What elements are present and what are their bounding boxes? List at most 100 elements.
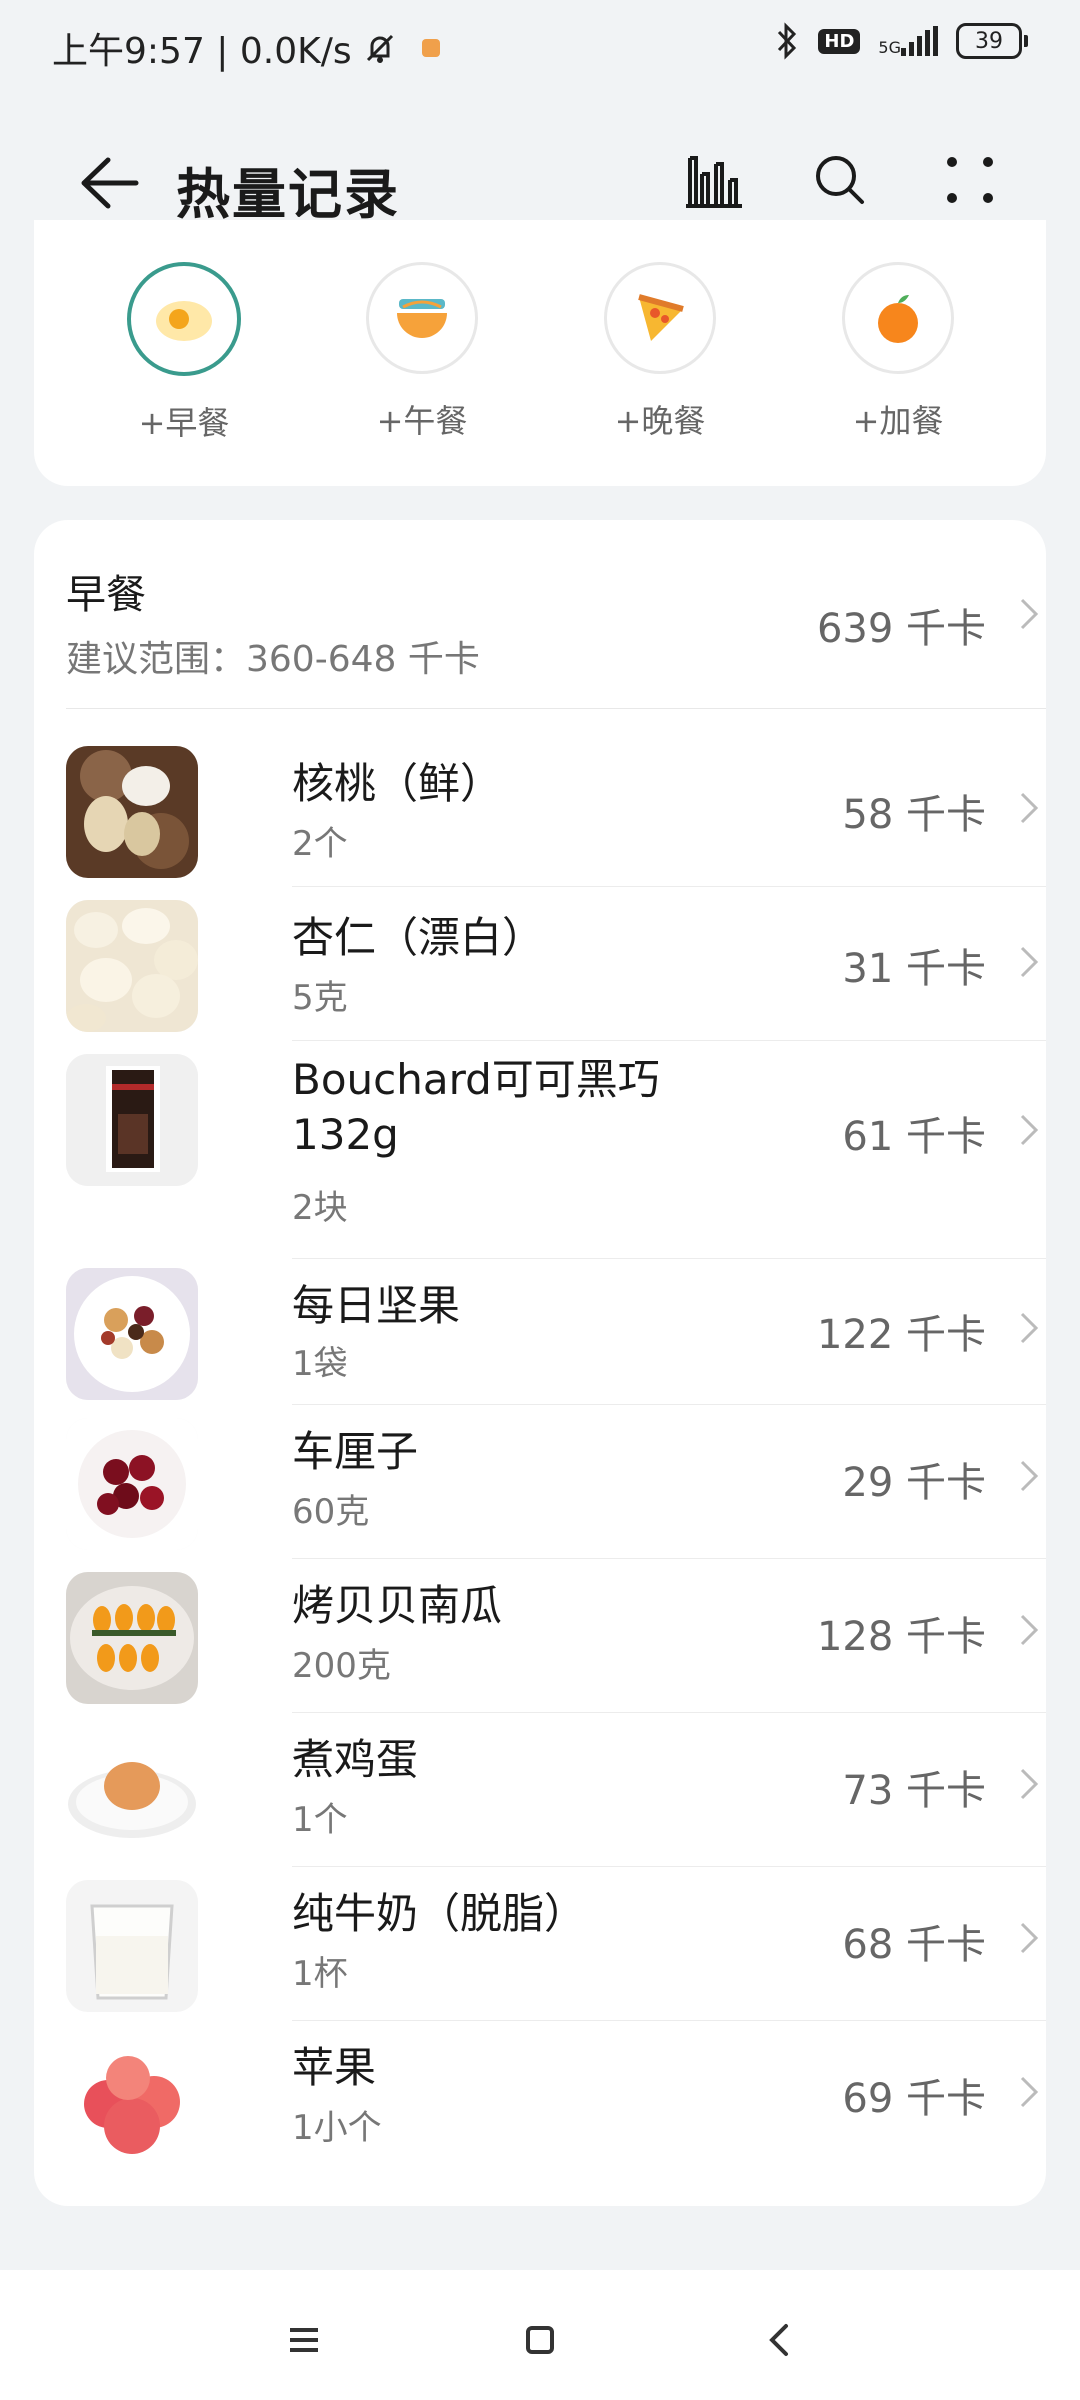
food-kcal: 31 千卡 (842, 946, 986, 992)
meal-quick-add-card: +早餐 +午餐 +晚餐 +加餐 (34, 220, 1046, 486)
bluetooth-icon (778, 22, 797, 60)
food-text: Bouchard可可黑巧 132g 2块 61 千卡 (292, 1040, 1046, 1259)
food-item-row[interactable]: 苹果 1小个 69 千卡 (66, 2020, 1046, 2174)
home-nav-button[interactable] (510, 2310, 570, 2370)
food-text: 核桃（鲜） 2个 58 千卡 (292, 732, 1046, 887)
status-left: 上午9:57 | 0.0K/s (52, 22, 440, 74)
back-nav-button[interactable] (750, 2310, 810, 2370)
chevron-right-icon (1020, 1922, 1039, 1954)
status-right: HD 5G 39 (774, 22, 1028, 60)
milk-glass-image-icon (66, 1880, 198, 2012)
food-name: 烤贝贝南瓜 (292, 1581, 503, 1630)
walnut-image-icon (66, 746, 198, 878)
meal-label: +早餐 (138, 404, 230, 442)
chevron-right-icon (1020, 1768, 1039, 1800)
food-thumbnail (66, 1572, 198, 1704)
food-quantity: 1小个 (292, 2108, 382, 2148)
food-quantity: 2块 (292, 1188, 348, 1228)
mixed-nuts-image-icon (66, 1268, 198, 1400)
chevron-right-icon (1020, 1614, 1039, 1646)
more-dots-icon (947, 157, 993, 203)
food-kcal: 61 千卡 (842, 1114, 986, 1160)
chevron-right-icon (1020, 2076, 1039, 2108)
recommended-range: 建议范围：360-648 千卡 (66, 639, 480, 680)
menu-icon (290, 2328, 318, 2352)
food-item-row[interactable]: 烤贝贝南瓜 200克 128 千卡 (66, 1558, 1046, 1713)
home-square-icon (526, 2326, 554, 2354)
signal-icon: 5G (878, 26, 938, 56)
chevron-right-icon (1020, 1312, 1039, 1344)
food-item-row[interactable]: 杏仁（漂白） 5克 31 千卡 (66, 886, 1046, 1041)
food-text: 纯牛奶（脱脂） 1杯 68 千卡 (292, 1866, 1046, 2021)
cherry-image-icon (66, 1418, 198, 1550)
meal-total-kcal: 639 千卡 (816, 606, 986, 652)
meal-label: +午餐 (376, 402, 468, 440)
meal-label: +晚餐 (614, 402, 706, 440)
egg-icon (156, 301, 212, 341)
food-text: 每日坚果 1袋 122 千卡 (292, 1258, 1046, 1405)
food-thumbnail (66, 1268, 198, 1400)
food-name: 煮鸡蛋 (292, 1735, 419, 1784)
food-quantity: 5克 (292, 978, 348, 1018)
food-name: 苹果 (292, 2043, 377, 2092)
search-icon (816, 156, 864, 204)
food-kcal: 69 千卡 (842, 2076, 986, 2122)
chocolate-image-icon (66, 1054, 198, 1186)
food-item-row[interactable]: 每日坚果 1袋 122 千卡 (66, 1258, 1046, 1405)
food-kcal: 73 千卡 (842, 1768, 986, 1814)
add-dinner-button[interactable]: +晚餐 (580, 262, 740, 462)
orange-icon (878, 295, 918, 343)
pumpkin-image-icon (66, 1572, 198, 1704)
food-kcal: 58 千卡 (842, 792, 986, 838)
food-quantity: 2个 (292, 824, 348, 864)
food-name: 核桃（鲜） (292, 759, 503, 808)
back-arrow-icon (81, 157, 139, 209)
battery-icon: 39 (956, 23, 1028, 59)
boiled-egg-image-icon (68, 1762, 196, 1838)
food-text: 煮鸡蛋 1个 73 千卡 (292, 1712, 1046, 1867)
food-text: 苹果 1小个 69 千卡 (292, 2020, 1046, 2174)
food-quantity: 1个 (292, 1800, 348, 1840)
meal-icon-circle (842, 262, 954, 374)
search-button[interactable] (800, 140, 880, 220)
network-type: 5G (878, 38, 901, 57)
food-item-row[interactable]: Bouchard可可黑巧 132g 2块 61 千卡 (66, 1040, 1046, 1259)
meal-icon-circle (604, 262, 716, 374)
back-chevron-icon (769, 2324, 788, 2356)
stats-button[interactable] (672, 140, 752, 220)
more-button[interactable] (930, 140, 1010, 220)
chevron-right-icon (1020, 946, 1039, 978)
add-lunch-button[interactable]: +午餐 (342, 262, 502, 462)
food-thumbnail (66, 1054, 198, 1186)
bar-chart-icon (686, 156, 742, 208)
breakfast-summary-row[interactable]: 早餐 建议范围：360-648 千卡 639 千卡 (66, 520, 1046, 709)
system-nav-bar (0, 2270, 1080, 2400)
food-name: 杏仁（漂白） (292, 913, 545, 962)
noodle-bowl-icon (397, 299, 447, 338)
food-thumbnail (66, 2034, 198, 2166)
food-thumbnail (66, 1880, 198, 2012)
pizza-icon (638, 294, 684, 341)
mute-bell-icon (366, 34, 393, 63)
food-text: 杏仁（漂白） 5克 31 千卡 (292, 886, 1046, 1041)
add-breakfast-button[interactable]: +早餐 (104, 262, 264, 462)
food-item-row[interactable]: 纯牛奶（脱脂） 1杯 68 千卡 (66, 1866, 1046, 2021)
food-item-row[interactable]: 车厘子 60克 29 千卡 (66, 1404, 1046, 1559)
food-name: Bouchard可可黑巧 (292, 1055, 660, 1104)
add-snack-button[interactable]: +加餐 (818, 262, 978, 462)
menu-nav-button[interactable] (274, 2310, 334, 2370)
food-quantity: 1袋 (292, 1344, 348, 1384)
almond-image-icon (66, 900, 198, 1032)
hd-badge: HD (818, 28, 861, 54)
apple-image-icon (84, 2056, 180, 2154)
food-name: 车厘子 (292, 1427, 419, 1476)
food-item-row[interactable]: 核桃（鲜） 2个 58 千卡 (66, 732, 1046, 887)
status-time: 上午9:57 | 0.0K/s (52, 31, 352, 72)
back-button[interactable] (72, 148, 142, 218)
food-name: 每日坚果 (292, 1281, 461, 1330)
food-item-row[interactable]: 煮鸡蛋 1个 73 千卡 (66, 1712, 1046, 1867)
breakfast-card: 早餐 建议范围：360-648 千卡 639 千卡 核桃（鲜） 2个 58 千卡 (34, 520, 1046, 2206)
food-name-line2: 132g (292, 1110, 399, 1159)
food-quantity: 200克 (292, 1646, 391, 1686)
food-quantity: 1杯 (292, 1954, 348, 1994)
